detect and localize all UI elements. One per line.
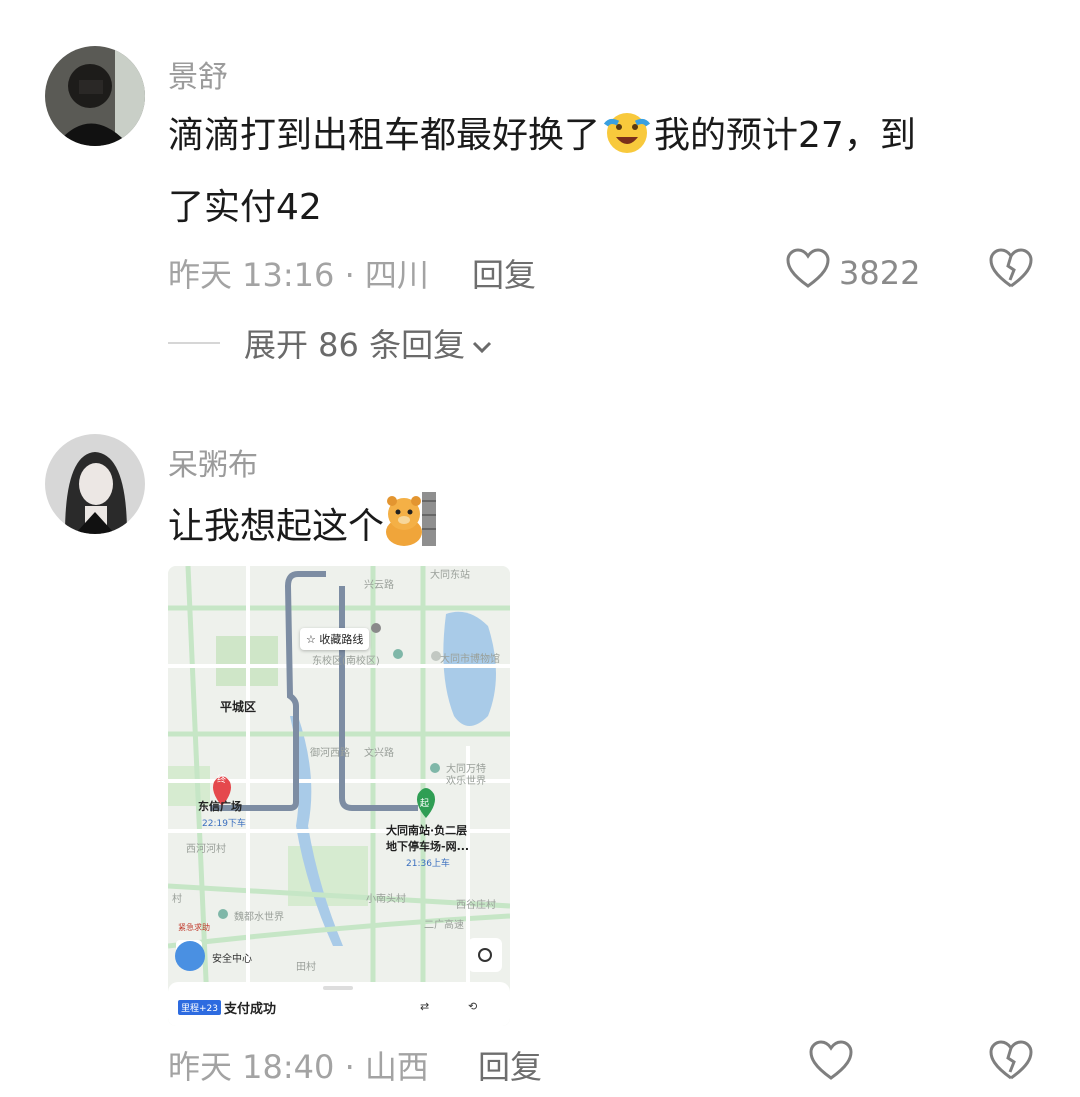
pay-status: 支付成功 xyxy=(224,1002,277,1017)
comment-text-part: 滴滴打到出租车都最好换了 xyxy=(168,115,601,156)
comment-text: 滴滴打到出租车都最好换了 我的预计27，到 了实付42 xyxy=(168,104,1028,240)
xiaonan-label: 小南头村 xyxy=(366,894,406,905)
water-world-label: 魏都水世界 xyxy=(234,912,284,923)
district-label: 平城区 xyxy=(220,700,257,714)
time-location: 昨天 13:16 · 四川 xyxy=(168,256,429,294)
road-label-1: 兴云路 xyxy=(364,580,394,591)
reply-button[interactable]: 回复 xyxy=(478,1042,542,1088)
map-screenshot[interactable]: ☆ 收藏路线 平城区 终 东信广场 22:19下车 起 大同南站·负二层 地下停… xyxy=(168,566,510,1026)
campus-label: 东校区(南校区) xyxy=(312,656,380,667)
comment-text-part: 让我想起这个 xyxy=(168,506,385,547)
chevron-down-icon xyxy=(471,324,493,362)
highway-label: 二广高速 xyxy=(424,920,464,931)
payment-bar: 里程+23 支付成功 ⇄ ⟲ xyxy=(168,982,510,1026)
comment-text-part: 了实付42 xyxy=(168,187,322,228)
like-count: 3822 xyxy=(839,254,921,292)
peeking-bear-emoji-icon xyxy=(384,492,438,567)
heart-icon xyxy=(785,248,831,298)
end-time: 22:19下车 xyxy=(202,819,246,829)
username[interactable]: 呆粥布 xyxy=(168,440,258,484)
time-location: 昨天 18:40 · 山西 xyxy=(168,1048,429,1086)
north-label: 大同东站 xyxy=(430,570,470,581)
like-button[interactable] xyxy=(808,1040,862,1090)
xigu-label: 西谷庄村 xyxy=(456,900,496,911)
start-place-line1: 大同南站·负二层 xyxy=(386,824,468,837)
road-label-3: 御河西路 xyxy=(310,748,350,759)
dislike-button[interactable] xyxy=(988,248,1034,294)
refresh-icon[interactable]: ⟲ xyxy=(468,1000,477,1013)
username[interactable]: 景舒 xyxy=(168,52,228,96)
fav-route-label: 收藏路线 xyxy=(319,633,364,646)
reply-button[interactable]: 回复 xyxy=(472,250,536,296)
road-label-2: 文兴路 xyxy=(364,748,394,759)
crying-laughing-emoji-icon xyxy=(600,111,654,176)
comment-text-part: 我的预计27，到 xyxy=(654,115,916,156)
park-label-2: 欢乐世界 xyxy=(446,776,486,787)
share-icon[interactable]: ⇄ xyxy=(420,1000,429,1013)
avatar[interactable] xyxy=(45,46,145,146)
end-pin-label: 终 xyxy=(217,775,227,785)
heart-icon xyxy=(808,1040,854,1090)
tian-label: 田村 xyxy=(296,962,316,973)
fav-route-button[interactable]: ☆ 收藏路线 xyxy=(300,628,370,650)
comment-text: 让我想起这个 xyxy=(168,492,1028,567)
broken-heart-icon xyxy=(988,1040,1034,1086)
end-place: 东信广场 xyxy=(198,800,242,813)
expand-label: 展开 86 条回复 xyxy=(244,326,466,364)
xinhe-label: 西河河村 xyxy=(186,844,226,855)
divider xyxy=(168,342,220,344)
mileage-badge: 里程+23 xyxy=(178,1000,221,1015)
emergency-button[interactable]: 紧急求助 xyxy=(178,922,210,933)
like-button[interactable]: 3822 xyxy=(785,248,920,298)
safety-center-button[interactable]: 安全中心 xyxy=(212,950,252,965)
start-place-line2: 地下停车场-网... xyxy=(386,840,470,853)
broken-heart-icon xyxy=(988,248,1034,294)
cun-label: 村 xyxy=(172,894,182,905)
start-time: 21:36上车 xyxy=(406,859,450,869)
expand-replies[interactable]: 展开 86 条回复 xyxy=(168,320,493,366)
avatar[interactable] xyxy=(45,434,145,534)
dislike-button[interactable] xyxy=(988,1040,1034,1086)
museum-label: 大同市博物馆 xyxy=(440,654,500,665)
start-pin-label: 起 xyxy=(420,799,430,809)
